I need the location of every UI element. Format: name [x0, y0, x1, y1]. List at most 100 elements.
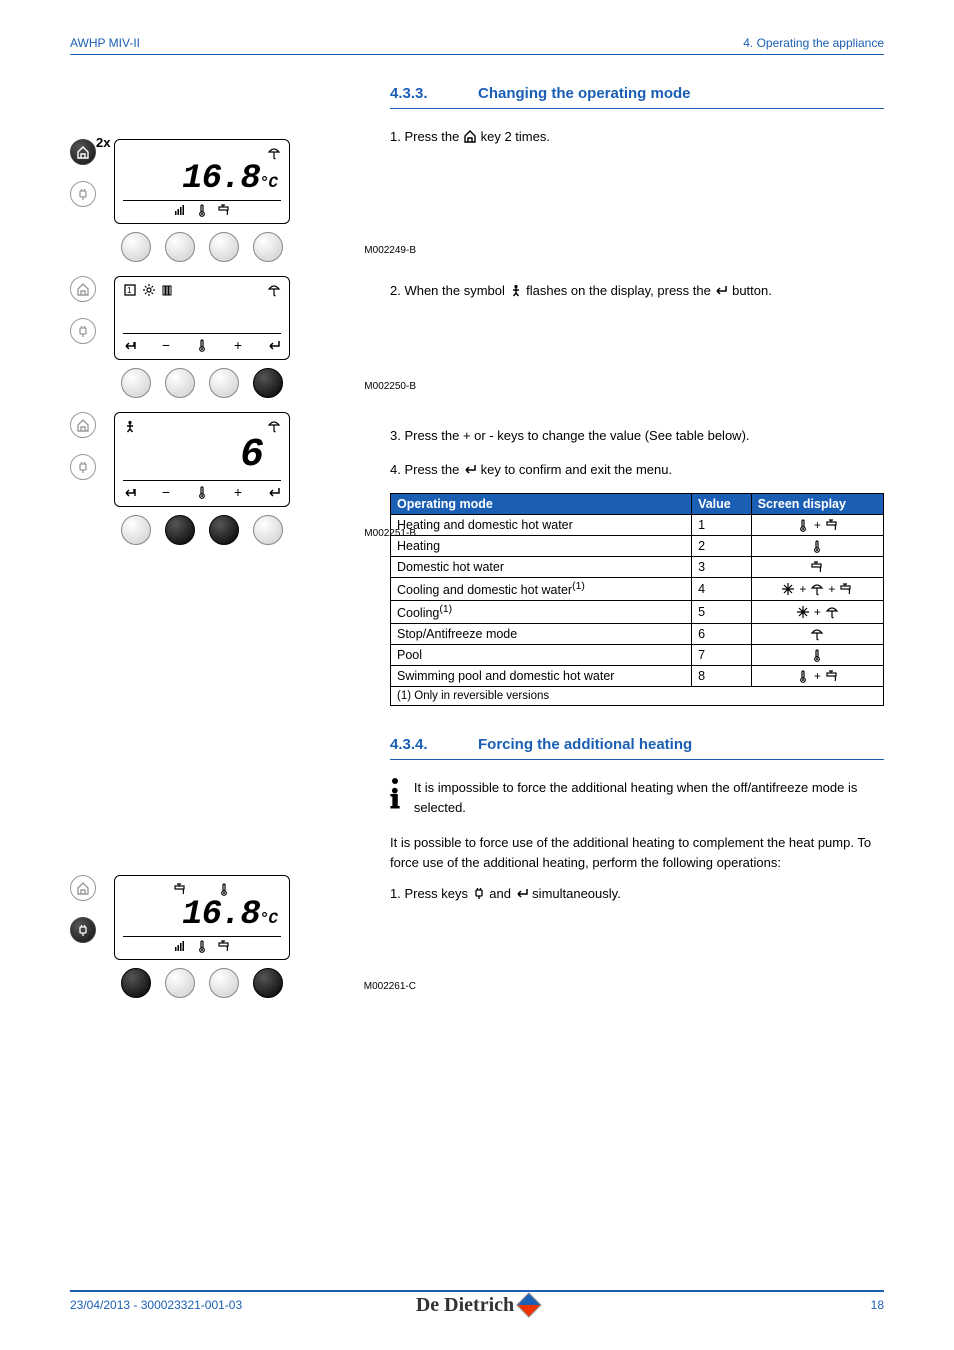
- section-title: Forcing the additional heating: [478, 736, 692, 753]
- panel-button[interactable]: [165, 368, 195, 398]
- cell-value: 6: [692, 624, 752, 645]
- panel-button-active[interactable]: [165, 515, 195, 545]
- cell-mode: Stop/Antifreeze mode: [391, 624, 692, 645]
- step-2: 2. When the symbol flashes on the displa…: [390, 281, 884, 301]
- figure-label: M002261-C: [364, 981, 416, 992]
- cell-value: 2: [692, 536, 752, 557]
- button-row-1: [114, 232, 290, 262]
- panel-button[interactable]: [121, 368, 151, 398]
- table-row: Domestic hot water3: [391, 557, 884, 578]
- info-text: It is impossible to force the additional…: [414, 778, 884, 817]
- plus-icon: +: [234, 484, 242, 500]
- page-footer: 23/04/2013 - 300023321-001-03 De Dietric…: [70, 1290, 884, 1312]
- panel-button[interactable]: [209, 232, 239, 262]
- cell-mode: Cooling(1): [391, 601, 692, 624]
- enter-icon: [463, 462, 477, 476]
- panel-button[interactable]: [253, 232, 283, 262]
- back-icon: [123, 485, 137, 499]
- panel-button[interactable]: [165, 968, 195, 998]
- therm-icon: [195, 203, 209, 217]
- step-3: 3. Press the + or - keys to change the v…: [390, 426, 884, 446]
- section-heading-433: 4.3.3. Changing the operating mode: [390, 85, 884, 109]
- cell-icons: +: [751, 601, 883, 624]
- minus-icon: −: [162, 337, 170, 353]
- plug-button-icon: [70, 454, 96, 480]
- enter-icon: [714, 283, 728, 297]
- tap-icon: [173, 882, 187, 896]
- panel-button[interactable]: [209, 368, 239, 398]
- person-icon: [123, 419, 137, 433]
- step-434-1: 1. Press keys and simultaneously.: [390, 884, 884, 904]
- section-title: Changing the operating mode: [478, 85, 691, 102]
- panel-button-active[interactable]: [253, 368, 283, 398]
- mode-button-icon: [70, 875, 96, 901]
- house-icon: [463, 129, 477, 143]
- brand-logo: De Dietrich: [416, 1294, 538, 1317]
- cell-value: 1: [692, 515, 752, 536]
- brand-diamond-icon: [516, 1292, 541, 1317]
- panel-button[interactable]: [209, 968, 239, 998]
- panel-button[interactable]: [121, 232, 151, 262]
- table-row: Cooling and domestic hot water(1)4 + +: [391, 578, 884, 601]
- page-header: AWHP MIV-II 4. Operating the appliance: [70, 36, 884, 55]
- therm-icon: [195, 485, 209, 499]
- back-icon: [123, 338, 137, 352]
- cell-mode: Pool: [391, 645, 692, 666]
- figures-column: 2x 16.8°C M002249-B: [70, 85, 370, 1012]
- col-display: Screen display: [751, 494, 883, 515]
- cell-icons: [751, 557, 883, 578]
- cell-icons: + +: [751, 578, 883, 601]
- sun-icon: [142, 283, 156, 297]
- cell-icons: [751, 536, 883, 557]
- display-panel-3: 6 − +: [114, 412, 290, 507]
- temp-display: 16.8°C: [123, 160, 281, 198]
- panel-button-active[interactable]: [209, 515, 239, 545]
- section-number: 4.3.3.: [390, 85, 478, 102]
- umbrella-icon: [267, 146, 281, 160]
- display-panel-1: 16.8°C: [114, 139, 290, 224]
- step-1: 1. Press the key 2 times.: [390, 127, 884, 147]
- table-footnote: (1) Only in reversible versions: [391, 687, 884, 706]
- panel-button[interactable]: [121, 515, 151, 545]
- figure-label: M002251-B: [364, 528, 416, 539]
- table-row: Heating and domestic hot water1 +: [391, 515, 884, 536]
- press-count-label: 2x: [96, 135, 110, 150]
- figure-label: M002249-B: [364, 245, 416, 256]
- minus-icon: −: [162, 484, 170, 500]
- cell-mode: Cooling and domestic hot water(1): [391, 578, 692, 601]
- footer-date: 23/04/2013 - 300023321-001-03: [70, 1298, 242, 1312]
- tap-icon: [217, 939, 231, 953]
- enter-icon: [267, 485, 281, 499]
- info-icon: ℹ: [390, 778, 400, 817]
- display-panel-4: 16.8°C: [114, 875, 290, 960]
- cell-value: 8: [692, 666, 752, 687]
- header-right: 4. Operating the appliance: [743, 36, 884, 50]
- svg-text:1: 1: [127, 286, 132, 295]
- panel-button[interactable]: [253, 515, 283, 545]
- col-value: Value: [692, 494, 752, 515]
- panel-button-active[interactable]: [253, 968, 283, 998]
- table-row: Pool7: [391, 645, 884, 666]
- enter-icon: [515, 886, 529, 900]
- panel-button[interactable]: [165, 232, 195, 262]
- cell-value: 7: [692, 645, 752, 666]
- plug-button-icon: [70, 181, 96, 207]
- plug-radiator-icon: [472, 886, 486, 900]
- panel-button-active[interactable]: [121, 968, 151, 998]
- cell-value: 3: [692, 557, 752, 578]
- header-left: AWHP MIV-II: [70, 36, 140, 50]
- table-row: Heating2: [391, 536, 884, 557]
- therm-icon: [217, 882, 231, 896]
- mode-button-icon: [70, 276, 96, 302]
- text-column: 4.3.3. Changing the operating mode 1. Pr…: [390, 85, 884, 1012]
- plus-icon: +: [234, 337, 242, 353]
- mode-button-icon: [70, 139, 96, 165]
- umbrella-icon: [267, 283, 281, 297]
- cell-mode: Domestic hot water: [391, 557, 692, 578]
- button-row-4: [114, 968, 290, 998]
- enter-icon: [267, 338, 281, 352]
- umbrella-icon: [267, 419, 281, 433]
- bars-icon: [173, 203, 187, 217]
- house-digit-icon: 1: [123, 283, 137, 297]
- button-row-2: [114, 368, 290, 398]
